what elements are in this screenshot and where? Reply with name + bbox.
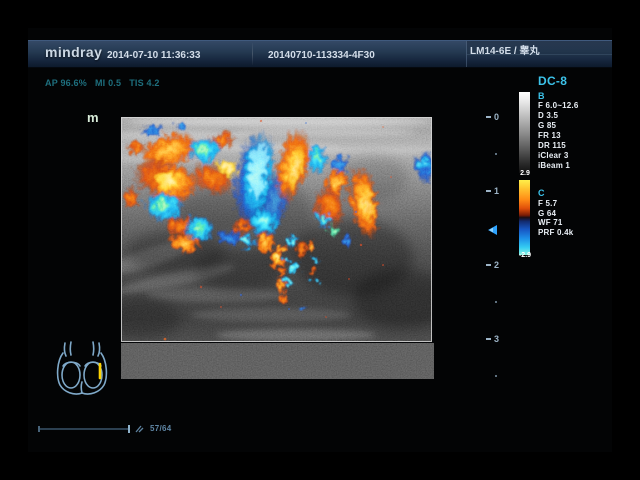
datetime-text: 2014-07-10 11:36:33	[107, 50, 200, 61]
header-divider	[252, 43, 253, 65]
tis-value: TIS 4.2	[129, 78, 159, 88]
depth-halftick	[495, 153, 497, 155]
depth-tick: 2	[486, 260, 499, 270]
system-model-label: DC-8	[538, 74, 567, 88]
b-param: DR 115	[538, 141, 578, 151]
depth-tick: 3	[486, 334, 499, 344]
speckle-noise-2	[121, 117, 434, 379]
b-param: G 85	[538, 121, 578, 131]
depth-tick: 1	[486, 186, 499, 196]
c-param: F 5.7	[538, 199, 573, 209]
ultrasound-image[interactable]	[121, 117, 437, 379]
header-subdivider	[467, 54, 612, 55]
header-bar: mindray 2014-07-10 11:36:33 20140710-113…	[28, 40, 612, 68]
cine-loop-icon	[136, 426, 143, 432]
exam-id-text: 20140710-113334-4F30	[268, 50, 375, 61]
b-param: D 3.5	[538, 111, 578, 121]
body-marker-scrotum-icon[interactable]	[50, 339, 116, 399]
b-param: iClear 3	[538, 151, 578, 161]
b-mode-label: B	[538, 91, 545, 101]
b-param: F 6.0~12.6	[538, 101, 578, 111]
b-param: iBeam 1	[538, 161, 578, 171]
c-param: WF 71	[538, 218, 573, 228]
c-mode-params: F 5.7 G 64 WF 71 PRF 0.4k	[538, 199, 573, 237]
cine-frame-counter: 57/64	[150, 424, 172, 433]
b-mode-params: F 6.0~12.6 D 3.5 G 85 FR 13 DR 115 iClea…	[538, 101, 578, 171]
cine-progress-bar[interactable]	[37, 421, 147, 435]
c-param: G 64	[538, 209, 573, 219]
mindray-logo: mindray	[45, 44, 102, 60]
depth-ruler: 0 1 2 3	[486, 106, 512, 396]
ap-value: AP 96.6%	[45, 78, 87, 88]
b-param: FR 13	[538, 131, 578, 141]
header-probe-section: LM14-6E / 睾丸	[466, 41, 612, 67]
mi-value: MI 0.5	[95, 78, 121, 88]
ultrasound-monitor: mindray 2014-07-10 11:36:33 20140710-113…	[0, 0, 640, 480]
acoustic-output-row: AP 96.6% MI 0.5 TIS 4.2	[45, 78, 160, 88]
c-param: PRF 0.4k	[538, 228, 573, 238]
cine-bar[interactable]: 57/64	[37, 421, 172, 435]
doppler-color-bar	[519, 180, 530, 255]
grayscale-bar	[519, 92, 530, 173]
velocity-min-label: -2.9	[512, 252, 538, 259]
velocity-max-label: 2.9	[515, 170, 535, 177]
orientation-marker: m	[87, 110, 99, 125]
depth-halftick	[495, 375, 497, 377]
depth-tick: 0	[486, 112, 499, 122]
depth-halftick	[495, 301, 497, 303]
focus-marker-icon	[488, 225, 497, 235]
c-mode-label: C	[538, 188, 545, 198]
